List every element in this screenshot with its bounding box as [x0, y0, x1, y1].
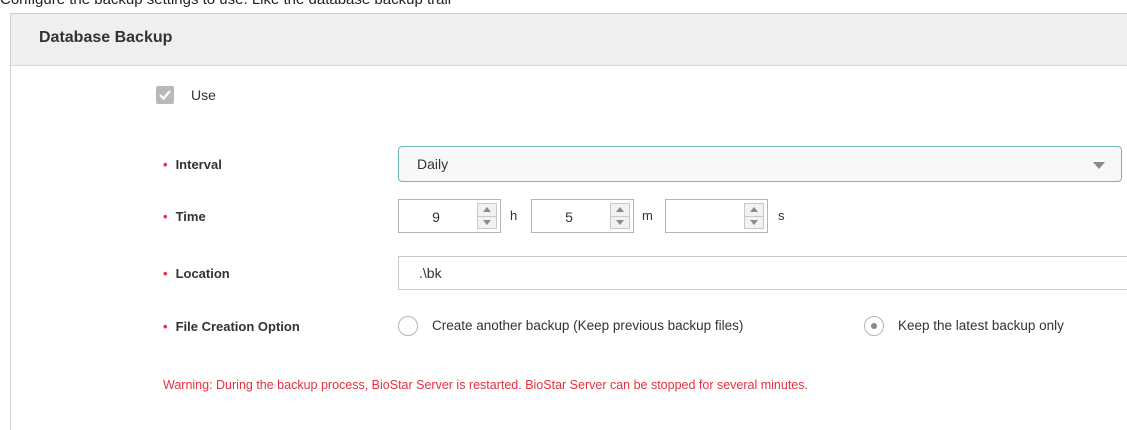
seconds-unit: s — [778, 208, 785, 223]
time-label: • Time — [163, 209, 206, 224]
panel-header: Database Backup — [11, 14, 1127, 66]
location-input[interactable]: .\bk — [398, 256, 1127, 290]
chevron-down-icon[interactable] — [1093, 162, 1105, 169]
radio-keep-latest-backup[interactable] — [864, 316, 884, 336]
required-marker: • — [163, 157, 168, 172]
interval-label: • Interval — [163, 157, 222, 172]
increment-icon[interactable] — [616, 207, 624, 212]
hours-stepper[interactable]: 9 — [398, 199, 501, 233]
time-label-text: Time — [175, 209, 206, 224]
increment-icon[interactable] — [483, 207, 491, 212]
seconds-stepper-buttons[interactable] — [744, 203, 764, 229]
radio-keep-latest-backup-label[interactable]: Keep the latest backup only — [898, 318, 1064, 333]
decrement-icon[interactable] — [750, 220, 758, 225]
seconds-stepper[interactable] — [665, 199, 768, 233]
interval-label-text: Interval — [175, 157, 222, 172]
hours-unit: h — [510, 208, 518, 223]
warning-message: Warning: During the backup process, BioS… — [163, 378, 808, 392]
radio-create-another-backup[interactable] — [398, 316, 418, 336]
location-value: .\bk — [419, 265, 442, 281]
hours-stepper-buttons[interactable] — [477, 203, 497, 229]
interval-select[interactable]: Daily — [398, 146, 1122, 182]
required-marker: • — [163, 266, 168, 281]
minutes-value: 5 — [565, 209, 573, 225]
required-marker: • — [163, 319, 168, 334]
file-creation-label: • File Creation Option — [163, 319, 300, 334]
interval-select-value: Daily — [417, 156, 449, 172]
hours-value: 9 — [432, 209, 440, 225]
required-marker: • — [163, 209, 168, 224]
checkmark-icon — [159, 90, 171, 101]
panel-title: Database Backup — [39, 29, 173, 46]
location-label-text: Location — [175, 266, 230, 281]
use-checkbox[interactable] — [156, 86, 174, 104]
minutes-stepper-buttons[interactable] — [610, 203, 630, 229]
decrement-icon[interactable] — [483, 220, 491, 225]
location-label: • Location — [163, 266, 230, 281]
intro-text: Configure the backup settings to use. Li… — [0, 0, 451, 8]
minutes-stepper[interactable]: 5 — [531, 199, 634, 233]
increment-icon[interactable] — [750, 207, 758, 212]
decrement-icon[interactable] — [616, 220, 624, 225]
use-label: Use — [191, 87, 216, 103]
file-creation-label-text: File Creation Option — [175, 319, 300, 334]
minutes-unit: m — [642, 208, 653, 223]
radio-selected-dot — [871, 323, 877, 329]
radio-create-another-backup-label[interactable]: Create another backup (Keep previous bac… — [432, 318, 743, 333]
